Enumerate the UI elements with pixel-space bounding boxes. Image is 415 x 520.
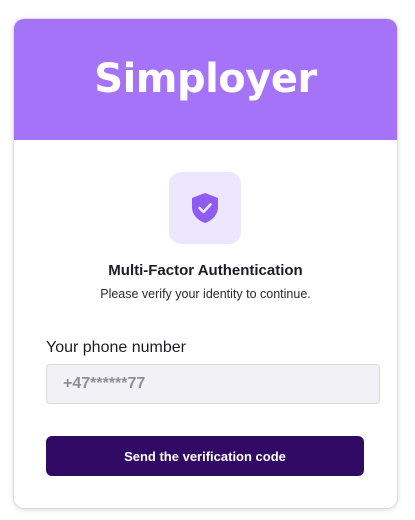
shield-check-icon [192,193,218,223]
brand-header: Simployer [14,19,397,140]
brand-logo: Simployer [94,55,317,102]
phone-number-label: Your phone number [46,339,186,356]
send-verification-code-button[interactable]: Send the verification code [46,436,364,476]
phone-number-field[interactable] [46,364,380,404]
shield-icon-container [169,172,241,244]
mfa-title: Multi-Factor Authentication [108,262,303,279]
mfa-subtitle: Please verify your identity to continue. [100,287,311,301]
mfa-card: Simployer Multi-Factor Authentication Pl… [14,19,397,508]
